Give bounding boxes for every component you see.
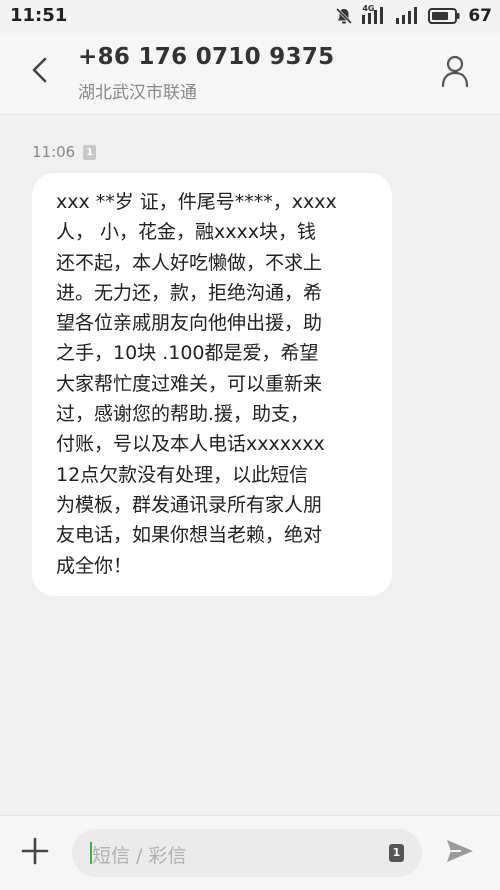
message-timestamp: 11:06	[32, 143, 76, 161]
status-time: 11:51	[10, 5, 68, 26]
send-button[interactable]	[444, 838, 476, 868]
message-line: 还不起，本人好吃懒做，不求上	[56, 251, 323, 274]
sim-card-icon: 1	[83, 144, 97, 160]
compose-bar: 短信 / 彩信 1	[0, 815, 500, 890]
battery-percent: 67	[468, 6, 492, 26]
battery-icon	[428, 7, 460, 25]
contact-number: +86 176 0710 9375	[78, 44, 335, 70]
status-bar: 11:51 4G 67	[0, 0, 500, 34]
conversation-header: +86 176 0710 9375 湖北武汉市联通	[0, 34, 500, 115]
message-line: 付账，号以及本人电话xxxxxxx	[56, 433, 325, 456]
message-line: 12点欠款没有处理，以此短信	[56, 463, 309, 486]
status-icons: 4G 67	[334, 4, 492, 26]
sim-select-button[interactable]: 1	[389, 844, 404, 862]
message-line: 之手，10块 .100都是爱，希望	[56, 342, 319, 365]
message-bubble[interactable]: xxx **岁 证，件尾号****，xxxx 人， 小，花金，融xxxx块，钱 …	[32, 173, 392, 596]
signal-icon	[396, 6, 420, 26]
message-line: 望各位亲戚朋友向他伸出援，助	[56, 312, 323, 335]
message-line: 人， 小，花金，融xxxx块，钱	[56, 221, 317, 244]
message-line: 友电话，如果你想当老赖，绝对	[56, 524, 323, 547]
back-button[interactable]	[22, 52, 58, 92]
contact-location: 湖北武汉市联通	[78, 83, 197, 103]
message-line: xxx **岁 证，件尾号****，xxxx	[56, 191, 337, 213]
send-icon	[445, 838, 475, 868]
add-attachment-button[interactable]	[18, 836, 52, 870]
conversation-area[interactable]: 11:06 1 xxx **岁 证，件尾号****，xxxx 人， 小，花金，融…	[0, 115, 500, 815]
notifications-muted-icon	[334, 6, 354, 26]
message-meta: 11:06 1	[32, 143, 97, 161]
message-line: 成全你！	[56, 554, 133, 577]
person-icon	[440, 54, 470, 92]
chevron-left-icon	[30, 55, 50, 89]
message-line: 为模板，群发通讯录所有家人朋	[56, 493, 323, 516]
message-line: 过，感谢您的帮助.援，助支，	[56, 403, 310, 426]
signal-4g-icon: 4G	[362, 4, 388, 26]
message-input[interactable]: 短信 / 彩信 1	[72, 829, 422, 877]
contact-details-button[interactable]	[438, 54, 472, 92]
message-line: 进。无力还，款，拒绝沟通，希	[56, 281, 323, 304]
plus-icon	[21, 837, 49, 869]
message-input-placeholder: 短信 / 彩信	[92, 845, 187, 867]
message-line: 大家帮忙度过难关，可以重新来	[56, 372, 323, 395]
